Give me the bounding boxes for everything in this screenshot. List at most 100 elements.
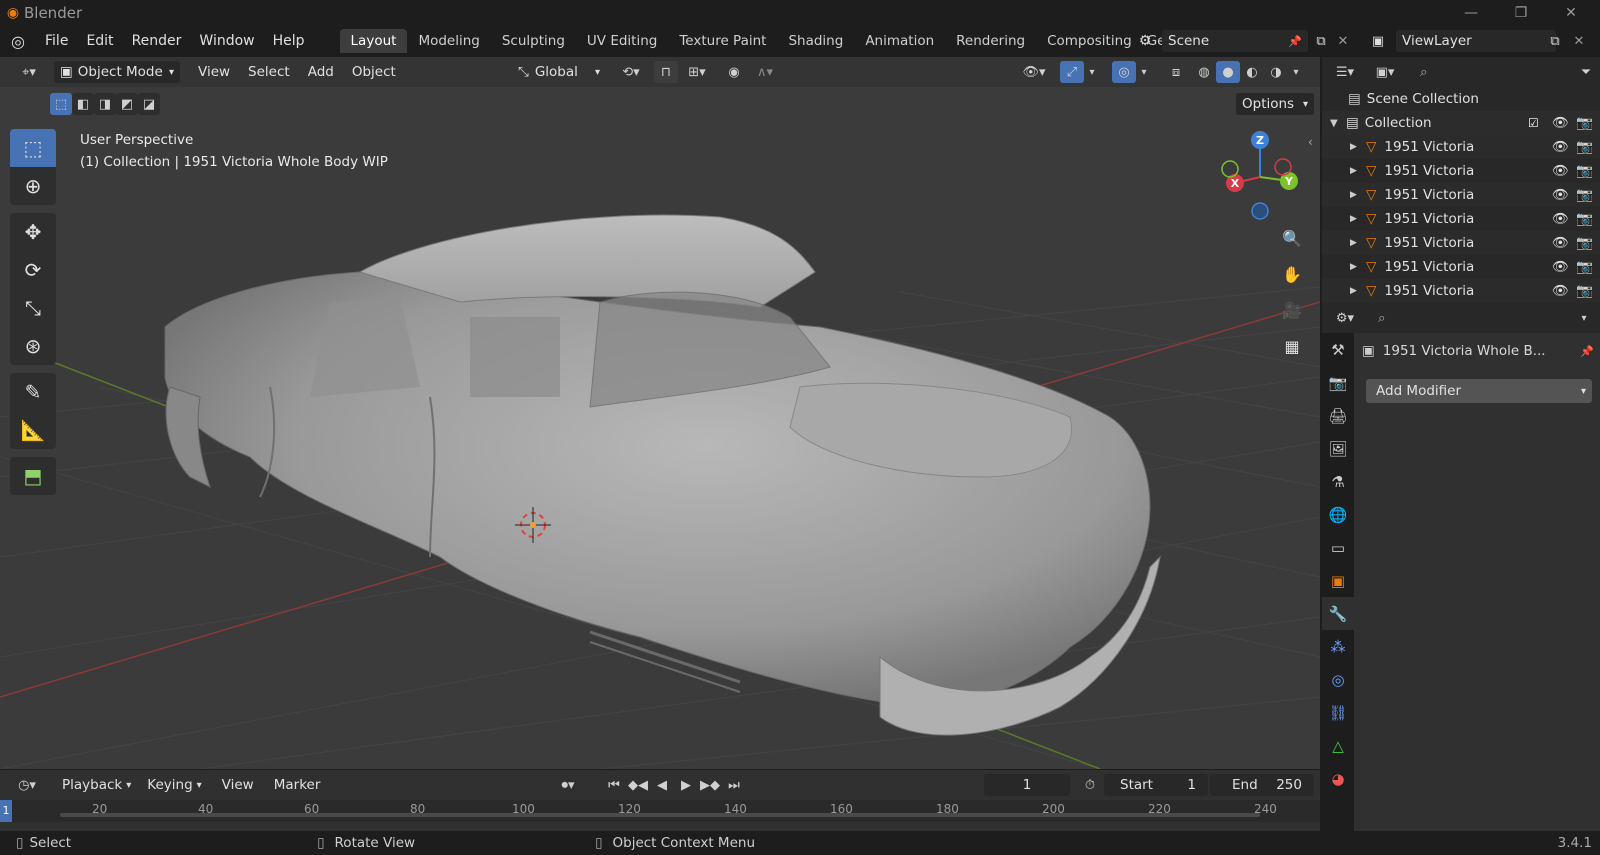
gizmo-dropdown-icon[interactable]: ▾ [1084, 61, 1100, 83]
expand-arrow-icon[interactable]: ▶ [1350, 166, 1366, 176]
navigation-gizmo[interactable]: Z X Y [1221, 131, 1298, 220]
measure-tool-icon[interactable]: 📐 [10, 411, 56, 449]
move-tool-icon[interactable]: ✥ [10, 213, 56, 251]
render-tab-icon[interactable]: 📷 [1322, 366, 1354, 399]
view-layer-tab-icon[interactable]: 🖼 [1322, 432, 1354, 465]
eye-icon[interactable]: 👁 [1552, 211, 1569, 227]
car-model[interactable] [164, 214, 1161, 736]
visibility-icon[interactable]: 👁▾ [1016, 61, 1052, 83]
menu-window[interactable]: Window [190, 29, 263, 53]
transform-orientation-selector[interactable]: ⤡ Global ▾ [512, 61, 606, 83]
collection-tab-icon[interactable]: ▭ [1322, 531, 1354, 564]
next-keyframe-icon[interactable]: ▶◆ [698, 774, 722, 796]
menu-view[interactable]: View [192, 61, 236, 83]
timeline-scrollbar[interactable] [60, 813, 1260, 817]
exclude-checkbox[interactable]: ☑ [1528, 116, 1539, 130]
expand-arrow-icon[interactable]: ▶ [1350, 190, 1366, 200]
tab-sculpting[interactable]: Sculpting [491, 29, 576, 53]
camera-icon[interactable]: 📷 [1576, 211, 1593, 227]
current-frame-field[interactable]: 1 [984, 774, 1070, 796]
eye-icon[interactable]: 👁 [1552, 139, 1569, 155]
camera-icon[interactable]: 📷 [1576, 139, 1593, 155]
tab-shading[interactable]: Shading [777, 29, 854, 53]
add-cube-tool-icon[interactable]: ⬒ [10, 457, 56, 495]
snap-icon[interactable]: ⊓ [654, 61, 678, 83]
minimize-icon[interactable]: — [1446, 0, 1496, 26]
menu-file[interactable]: File [36, 29, 77, 53]
menu-object[interactable]: Object [346, 61, 402, 83]
timeline-editor-icon[interactable]: ◷▾ [10, 774, 44, 796]
editor-type-icon[interactable]: ⌖▾ [12, 61, 46, 83]
outliner-item-row[interactable]: ▶▽ 1951 Victoria H 👁 📷 [1322, 231, 1600, 255]
select-subtract-icon[interactable]: ◨ [94, 93, 116, 115]
eye-icon[interactable]: 👁 [1552, 163, 1569, 179]
view-layer-icon[interactable]: ▣ [1364, 30, 1392, 52]
scene-field[interactable]: Scene 📌 [1162, 30, 1308, 52]
falloff-icon[interactable]: ∧▾ [748, 61, 782, 83]
tab-animation[interactable]: Animation [854, 29, 945, 53]
eye-icon[interactable]: 👁 [1552, 235, 1569, 251]
rotate-tool-icon[interactable]: ⟳ [10, 251, 56, 289]
outliner-item-row[interactable]: ▶▽ 1951 Victoria R 👁 📷 [1322, 279, 1600, 303]
tab-modeling[interactable]: Modeling [407, 29, 490, 53]
options-button[interactable]: Options ▾ [1236, 93, 1314, 115]
play-icon[interactable]: ▶ [674, 774, 698, 796]
playback-menu[interactable]: Playback ▾ [56, 774, 137, 796]
eye-icon[interactable]: 👁 [1552, 283, 1569, 299]
expand-arrow-icon[interactable]: ▶ [1350, 142, 1366, 152]
keying-menu[interactable]: Keying ▾ [141, 774, 207, 796]
new-scene-icon[interactable]: ⧉ [1310, 30, 1332, 52]
expand-arrow-icon[interactable]: ▶ [1350, 286, 1366, 296]
3d-viewport[interactable]: Z X Y ⌖▾ ▣ Object Mode ▾ View Select Add… [0, 57, 1320, 769]
particles-tab-icon[interactable]: ⁂ [1322, 630, 1354, 663]
pan-hand-icon[interactable]: ✋ [1277, 259, 1307, 289]
eye-icon[interactable]: 👁 [1552, 259, 1569, 275]
output-tab-icon[interactable]: 🖨 [1322, 399, 1354, 432]
select-box-tool-icon[interactable]: ⬚ [10, 129, 56, 167]
camera-icon[interactable]: 📷 [1576, 115, 1593, 131]
play-reverse-icon[interactable]: ◀ [650, 774, 674, 796]
pin-icon[interactable]: 📌 [1580, 345, 1594, 358]
camera-icon[interactable]: 📷 [1576, 283, 1593, 299]
maximize-icon[interactable]: ❐ [1496, 0, 1546, 26]
camera-icon[interactable]: 📷 [1576, 235, 1593, 251]
menu-render[interactable]: Render [123, 29, 191, 53]
material-tab-icon[interactable]: ◕ [1322, 762, 1354, 795]
camera-icon[interactable]: 📷 [1576, 163, 1593, 179]
overlay-dropdown-icon[interactable]: ▾ [1136, 61, 1152, 83]
ortho-grid-icon[interactable]: ▦ [1277, 331, 1307, 361]
preview-range-icon[interactable]: ⏱ [1078, 774, 1102, 796]
expand-arrow-icon[interactable]: ▼ [1330, 118, 1346, 129]
outliner-row-scene-collection[interactable]: ▤ Scene Collection [1322, 87, 1600, 111]
scale-tool-icon[interactable]: ⤡ [10, 289, 56, 327]
timeline-view-menu[interactable]: View [216, 774, 260, 796]
camera-icon[interactable]: 📷 [1576, 259, 1593, 275]
pin-icon[interactable]: 📌 [1288, 35, 1302, 48]
menu-select[interactable]: Select [242, 61, 296, 83]
scene-selector-icon[interactable]: ⚙ [1132, 30, 1158, 52]
eye-icon[interactable]: 👁 [1552, 115, 1569, 131]
pivot-point-icon[interactable]: ⟲▾ [614, 61, 648, 83]
material-shading-icon[interactable]: ◐ [1240, 61, 1264, 83]
expand-arrow-icon[interactable]: ▶ [1350, 262, 1366, 272]
filter-icon[interactable]: ⏷ [1574, 61, 1598, 83]
snap-target-icon[interactable]: ⊞▾ [680, 61, 714, 83]
marker-menu[interactable]: Marker [268, 774, 327, 796]
outliner-item-row[interactable]: ▶▽ 1951 Victoria H 👁 📷 [1322, 183, 1600, 207]
outliner-search-input[interactable]: ⌕ [1414, 61, 1544, 83]
tab-texture-paint[interactable]: Texture Paint [668, 29, 777, 53]
end-frame-field[interactable]: End 250 [1210, 774, 1314, 796]
data-tab-icon[interactable]: △ [1322, 729, 1354, 762]
delete-view-layer-icon[interactable]: ✕ [1568, 30, 1590, 52]
display-mode-icon[interactable]: ▣▾ [1368, 61, 1402, 83]
view-layer-field[interactable]: ViewLayer [1396, 30, 1556, 52]
tab-compositing[interactable]: Compositing [1036, 29, 1143, 53]
overlay-toggle-icon[interactable]: ◎ [1112, 61, 1136, 83]
blender-menu-icon[interactable]: ◎ [0, 32, 36, 51]
outliner-item-row[interactable]: ▶▽ 1951 Victoria G 👁 📷 [1322, 159, 1600, 183]
mode-selector[interactable]: ▣ Object Mode ▾ [54, 61, 180, 83]
tab-uv-editing[interactable]: UV Editing [576, 29, 668, 53]
camera-view-icon[interactable]: 🎥 [1277, 295, 1307, 325]
gizmo-toggle-icon[interactable]: ⤢ [1060, 61, 1084, 83]
jump-start-icon[interactable]: ⏮ [602, 774, 626, 796]
